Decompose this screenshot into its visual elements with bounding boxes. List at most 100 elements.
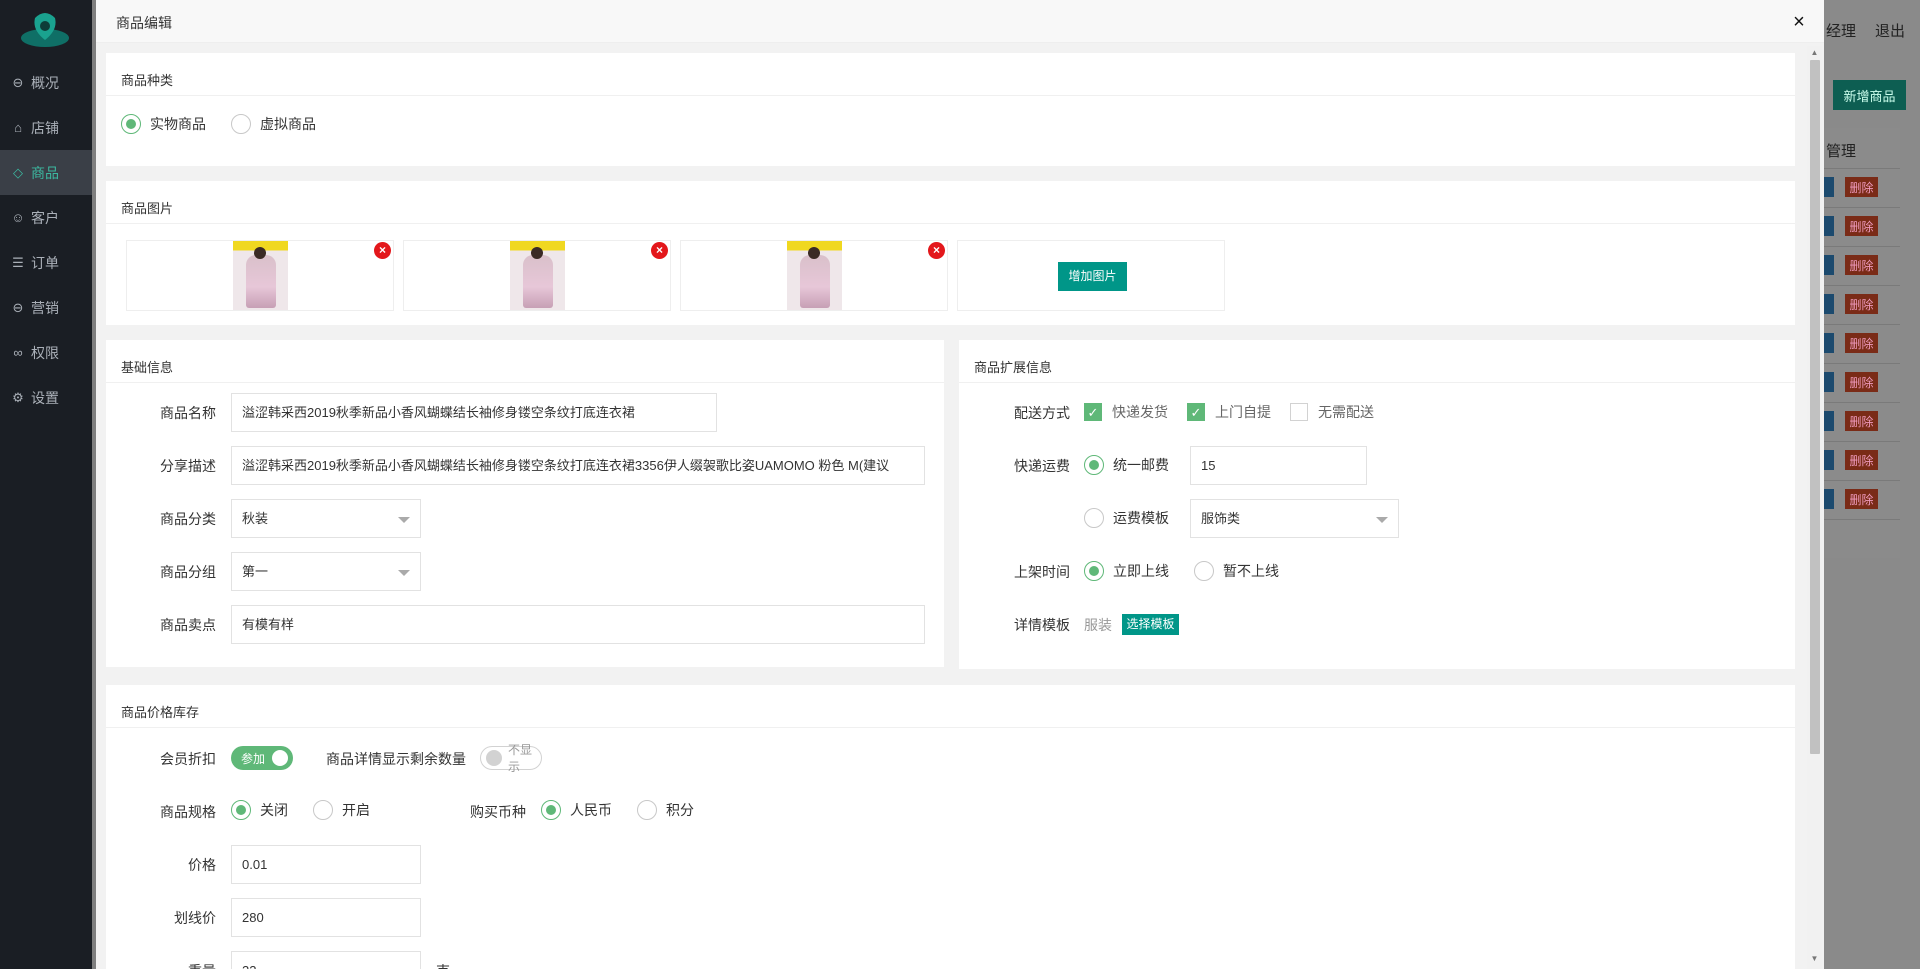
checkbox-express[interactable]: 快递发货 bbox=[1084, 402, 1168, 422]
currency-label: 购买币种 bbox=[470, 804, 526, 820]
checkbox-box bbox=[1187, 403, 1205, 421]
product-name-input[interactable]: 溢涩韩采西2019秋季新品小香风蝴蝶结长袖修身镂空条纹打底连衣裙 bbox=[231, 393, 717, 432]
radio-dot bbox=[637, 800, 657, 820]
delete-button[interactable]: 删除 bbox=[1845, 294, 1878, 314]
radio-virtual-product[interactable]: 虚拟商品 bbox=[231, 114, 316, 134]
edit-button[interactable] bbox=[1824, 177, 1834, 197]
radio-dot bbox=[1194, 561, 1214, 581]
delete-button[interactable]: 删除 bbox=[1845, 216, 1878, 236]
sidebar-item-permissions[interactable]: ∞ 权限 bbox=[0, 330, 92, 375]
selling-point-input[interactable]: 有模有样 bbox=[231, 605, 925, 644]
edit-button[interactable] bbox=[1824, 489, 1834, 509]
sidebar-item-customers[interactable]: ☺ 客户 bbox=[0, 195, 92, 240]
edit-button[interactable] bbox=[1824, 216, 1834, 236]
user-icon: ☺ bbox=[11, 210, 25, 225]
gear-icon: ⚙ bbox=[12, 389, 24, 405]
close-icon[interactable]: × bbox=[1789, 12, 1809, 32]
chevron-down-icon bbox=[398, 517, 410, 523]
chevron-down-icon bbox=[398, 570, 410, 576]
radio-dot bbox=[1084, 561, 1104, 581]
edit-button[interactable] bbox=[1824, 372, 1834, 392]
section-title: 商品价格库存 bbox=[106, 685, 1795, 728]
scroll-up-icon[interactable]: ▲ bbox=[1810, 49, 1819, 57]
delete-button[interactable]: 删除 bbox=[1845, 489, 1878, 509]
edit-button[interactable] bbox=[1824, 255, 1834, 275]
sidebar-item-store[interactable]: ⌂ 店铺 bbox=[0, 105, 92, 150]
detail-template-label: 详情模板 bbox=[1014, 617, 1070, 633]
share-description-label: 分享描述 bbox=[160, 458, 216, 474]
tag-icon: ◇ bbox=[13, 164, 23, 180]
edit-button[interactable] bbox=[1824, 450, 1834, 470]
radio-unified-freight[interactable]: 统一邮费 bbox=[1084, 455, 1169, 475]
price-input[interactable]: 0.01 bbox=[231, 845, 421, 884]
add-image-button[interactable]: 增加图片 bbox=[1058, 262, 1127, 291]
product-image bbox=[510, 241, 565, 310]
price-label: 价格 bbox=[188, 857, 216, 873]
strike-price-input[interactable]: 280 bbox=[231, 898, 421, 937]
scroll-down-icon[interactable]: ▼ bbox=[1810, 955, 1819, 963]
sidebar-item-overview[interactable]: ⊖ 概况 bbox=[0, 60, 92, 105]
modal-title: 商品编辑 bbox=[116, 15, 172, 31]
radio-freight-template[interactable]: 运费模板 bbox=[1084, 508, 1169, 528]
new-product-button[interactable]: 新增商品 bbox=[1833, 80, 1906, 110]
radio-physical-product[interactable]: 实物商品 bbox=[121, 114, 206, 134]
sidebar-item-products[interactable]: ◇ 商品 bbox=[0, 150, 92, 195]
radio-spec-on[interactable]: 开启 bbox=[313, 800, 370, 820]
product-group-label: 商品分组 bbox=[160, 564, 216, 580]
radio-dot bbox=[541, 800, 561, 820]
freight-amount-input[interactable]: 15 bbox=[1190, 446, 1367, 485]
stock-display-label: 商品详情显示剩余数量 bbox=[326, 751, 466, 767]
modal-scrollbar[interactable]: ▲ ▼ bbox=[1807, 46, 1822, 969]
radio-publish-later[interactable]: 暂不上线 bbox=[1194, 561, 1279, 581]
sidebar-item-marketing[interactable]: ⊖ 营销 bbox=[0, 285, 92, 330]
promo-icon: ⊖ bbox=[12, 299, 24, 315]
weight-input[interactable]: 22 bbox=[231, 951, 421, 969]
checkbox-no-delivery[interactable]: 无需配送 bbox=[1290, 402, 1374, 422]
product-image bbox=[233, 241, 288, 310]
manager-link[interactable]: 经理 bbox=[1826, 20, 1856, 41]
delete-button[interactable]: 删除 bbox=[1845, 450, 1878, 470]
remove-image-icon[interactable]: × bbox=[374, 242, 391, 259]
list-icon: ☰ bbox=[12, 254, 24, 270]
freight-template-select[interactable]: 服饰类 bbox=[1190, 499, 1399, 538]
logo-icon bbox=[21, 13, 69, 47]
sidebar: ⊖ 概况 ⌂ 店铺 ◇ 商品 ☺ 客户 ☰ 订单 ⊖ 营销 ∞ 权限 ⚙ 设置 bbox=[0, 0, 92, 969]
image-slot: × bbox=[680, 240, 948, 311]
remove-image-icon[interactable]: × bbox=[651, 242, 668, 259]
radio-publish-now[interactable]: 立即上线 bbox=[1084, 561, 1169, 581]
sidebar-item-settings[interactable]: ⚙ 设置 bbox=[0, 375, 92, 420]
delete-button[interactable]: 删除 bbox=[1845, 372, 1878, 392]
sidebar-item-orders[interactable]: ☰ 订单 bbox=[0, 240, 92, 285]
radio-dot bbox=[1084, 508, 1104, 528]
add-image-slot: 增加图片 bbox=[957, 240, 1225, 311]
radio-currency-points[interactable]: 积分 bbox=[637, 800, 694, 820]
detail-template-value: 服装 bbox=[1084, 617, 1112, 633]
checkbox-box bbox=[1290, 403, 1308, 421]
edit-button[interactable] bbox=[1824, 411, 1834, 431]
section-title: 商品图片 bbox=[106, 181, 1795, 224]
section-title: 基础信息 bbox=[106, 340, 944, 383]
delete-button[interactable]: 删除 bbox=[1845, 333, 1878, 353]
delete-button[interactable]: 删除 bbox=[1845, 411, 1878, 431]
select-template-button[interactable]: 选择模板 bbox=[1122, 614, 1179, 635]
edit-button[interactable] bbox=[1824, 333, 1834, 353]
weight-label: 重量 bbox=[116, 961, 216, 969]
product-category-select[interactable]: 秋装 bbox=[231, 499, 421, 538]
stock-display-switch[interactable]: 不显示 bbox=[480, 743, 542, 774]
checkbox-box bbox=[1084, 403, 1102, 421]
image-slot: × bbox=[403, 240, 671, 311]
delete-button[interactable]: 删除 bbox=[1845, 177, 1878, 197]
remove-image-icon[interactable]: × bbox=[928, 242, 945, 259]
background-table-row bbox=[1824, 519, 1900, 558]
logout-link[interactable]: 退出 bbox=[1875, 20, 1905, 41]
scrollbar-thumb[interactable] bbox=[1810, 60, 1820, 754]
edit-button[interactable] bbox=[1824, 294, 1834, 314]
member-discount-switch[interactable]: 参加 bbox=[231, 746, 293, 770]
section-title: 商品扩展信息 bbox=[959, 340, 1795, 383]
share-description-input[interactable]: 溢涩韩采西2019秋季新品小香风蝴蝶结长袖修身镂空条纹打底连衣裙3356伊人缀袈… bbox=[231, 446, 925, 485]
delete-button[interactable]: 删除 bbox=[1845, 255, 1878, 275]
radio-spec-off[interactable]: 关闭 bbox=[231, 800, 288, 820]
checkbox-pickup[interactable]: 上门自提 bbox=[1187, 402, 1271, 422]
radio-currency-rmb[interactable]: 人民币 bbox=[541, 800, 612, 820]
product-group-select[interactable]: 第一 bbox=[231, 552, 421, 591]
